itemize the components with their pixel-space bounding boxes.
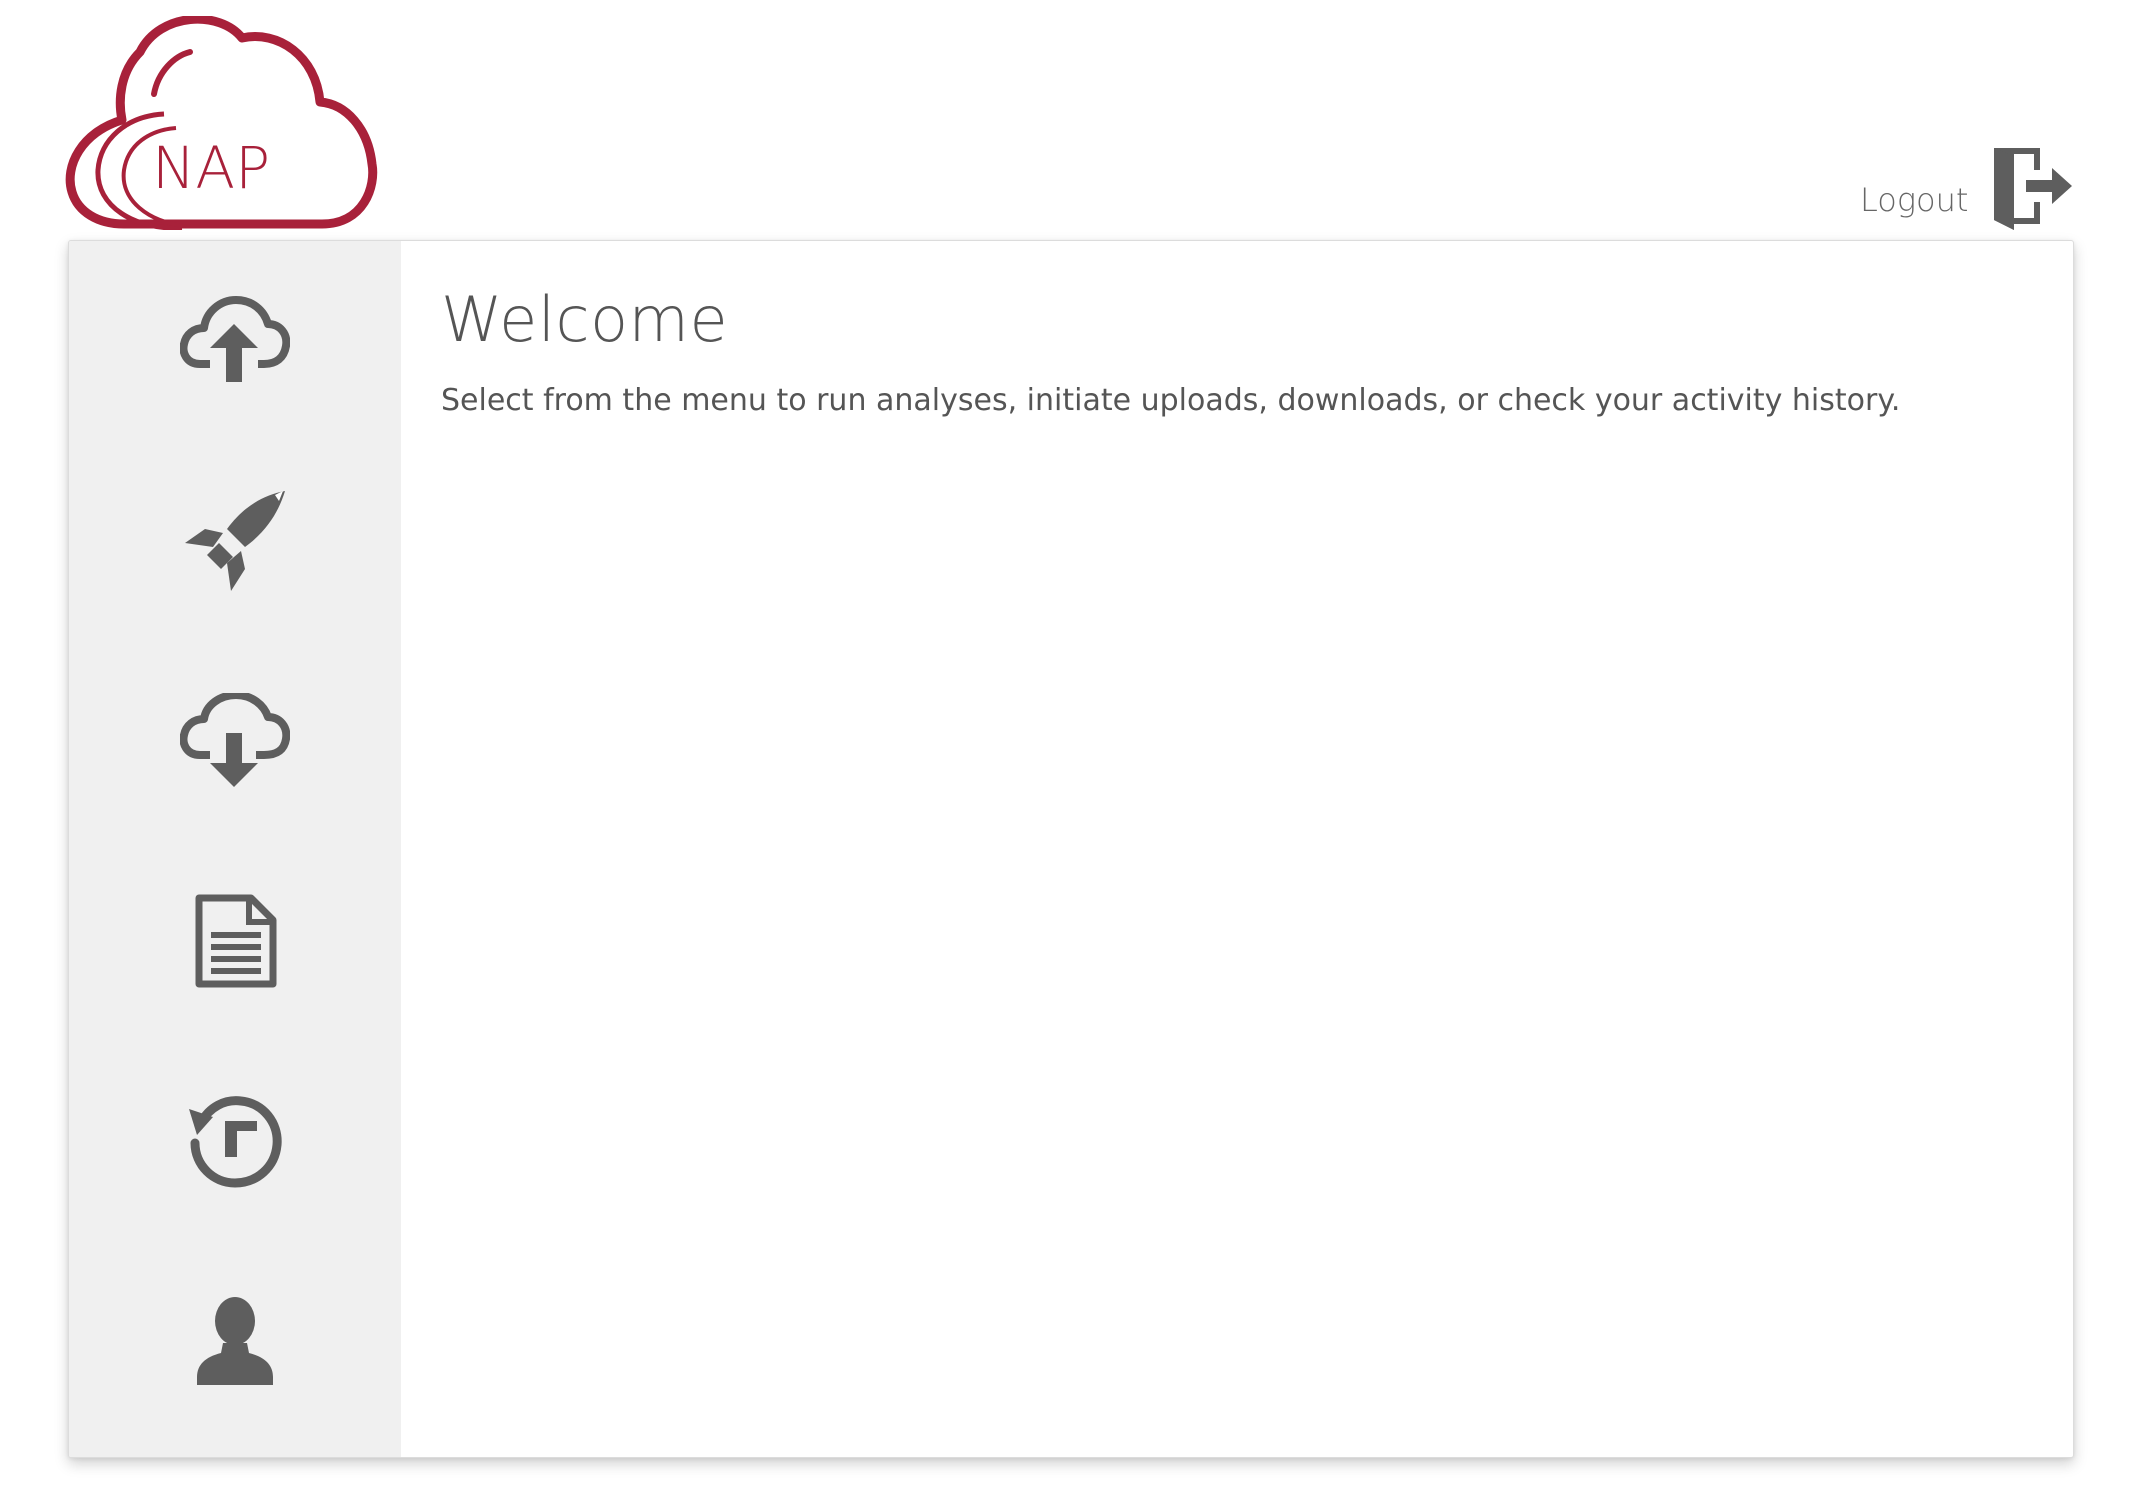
sidebar-item-reports[interactable] xyxy=(69,841,401,1041)
main-panel: Welcome Select from the menu to run anal… xyxy=(68,240,2074,1458)
page-title: Welcome xyxy=(441,283,729,356)
cloud-upload-icon xyxy=(180,296,290,382)
logo[interactable]: NAP xyxy=(64,16,378,230)
content-area: Welcome Select from the menu to run anal… xyxy=(401,241,2073,1457)
logout-door-icon xyxy=(1994,148,2073,230)
sidebar-item-history[interactable] xyxy=(69,1041,401,1241)
sidebar-item-download[interactable] xyxy=(69,641,401,841)
cloud-download-icon xyxy=(180,693,290,787)
sidebar-item-run-analysis[interactable] xyxy=(69,441,401,641)
welcome-description: Select from the menu to run analyses, in… xyxy=(441,383,1901,418)
history-icon xyxy=(189,1096,282,1188)
sidebar-item-profile[interactable] xyxy=(69,1241,401,1441)
sidebar-item-upload[interactable] xyxy=(69,241,401,441)
user-icon xyxy=(197,1297,273,1385)
sidebar xyxy=(69,241,401,1457)
page: NAP Logout Welcome Select from the menu … xyxy=(0,0,2148,1506)
cloud-logo-icon: NAP xyxy=(65,16,378,230)
logout-button[interactable]: Logout xyxy=(1860,144,2074,230)
rocket-icon xyxy=(185,491,285,591)
document-icon xyxy=(195,894,277,988)
logout-label: Logout xyxy=(1860,181,1969,219)
logo-text: NAP xyxy=(152,134,270,202)
